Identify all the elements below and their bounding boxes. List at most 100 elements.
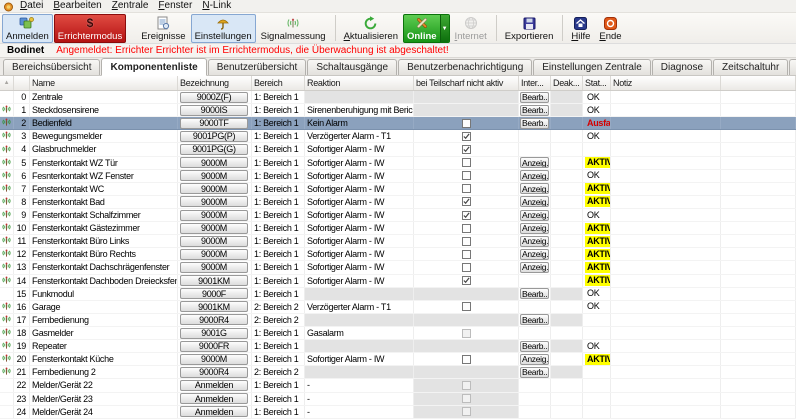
bezeichnung-button[interactable]: 9000M — [180, 262, 248, 273]
bezeichnung-button[interactable]: 9000M — [180, 223, 248, 234]
teilscharf-checkbox[interactable] — [462, 224, 471, 233]
hilfe-button[interactable]: Hilfe — [567, 14, 594, 43]
intern-button[interactable]: Anzeig... — [520, 170, 549, 181]
bezeichnung-button[interactable]: 9000FR — [180, 341, 248, 352]
teilscharf-checkbox[interactable] — [462, 250, 471, 259]
column-header-Name[interactable]: Name — [30, 76, 178, 90]
signalmessung-button[interactable]: Signalmessung — [257, 14, 330, 43]
column-header-blank[interactable] — [14, 76, 30, 90]
bezeichnung-button[interactable]: 9000M — [180, 210, 248, 221]
table-row[interactable]: 23Melder/Gerät 23Anmelden1: Bereich 1- — [0, 393, 796, 406]
table-row[interactable]: 0Zentrale9000Z(F)1: Bereich 1Bearb...OK — [0, 91, 796, 104]
intern-button[interactable]: Bearb... — [520, 105, 549, 116]
teilscharf-checkbox[interactable] — [462, 302, 471, 311]
table-row[interactable]: 7Fensterkontakt WC9000M1: Bereich 1Sofor… — [0, 183, 796, 196]
bezeichnung-button[interactable]: Anmelden — [180, 406, 248, 417]
table-row[interactable]: 24Melder/Gerät 24Anmelden1: Bereich 1- — [0, 406, 796, 419]
table-row[interactable]: 5Fensterkontakt WZ Tür9000M1: Bereich 1S… — [0, 157, 796, 170]
tab-zeitschaltuhr[interactable]: Zeitschaltuhr — [713, 59, 788, 75]
table-row[interactable]: 22Melder/Gerät 22Anmelden1: Bereich 1- — [0, 379, 796, 392]
bezeichnung-button[interactable]: 9000F — [180, 288, 248, 299]
teilscharf-checkbox[interactable] — [462, 276, 471, 285]
bezeichnung-button[interactable]: 9000M — [180, 183, 248, 194]
online-dropdown-arrow-icon[interactable]: ▼ — [440, 15, 449, 42]
bezeichnung-button[interactable]: 9000M — [180, 157, 248, 168]
table-row[interactable]: 1Steckdosensirene9000IS1: Bereich 1Siren… — [0, 104, 796, 117]
bezeichnung-button[interactable]: 9000TF — [180, 118, 248, 129]
intern-button[interactable]: Anzeig... — [520, 354, 549, 365]
intern-button[interactable]: Bearb... — [520, 92, 549, 103]
menu-item-datei[interactable]: Datei — [15, 0, 48, 11]
column-header-Bereich[interactable]: Bereich — [252, 76, 305, 90]
anmelden-button[interactable]: Anmelden — [2, 14, 53, 43]
bezeichnung-button[interactable]: 9000M — [180, 354, 248, 365]
intern-button[interactable]: Bearb... — [520, 288, 549, 299]
table-row[interactable]: 11Fensterkontakt Büro Links9000M1: Berei… — [0, 235, 796, 248]
bezeichnung-button[interactable]: Anmelden — [180, 393, 248, 404]
teilscharf-checkbox[interactable] — [462, 119, 471, 128]
ereignisse-button[interactable]: Ereignisse — [137, 14, 189, 43]
bezeichnung-button[interactable]: 9000M — [180, 170, 248, 181]
teilscharf-checkbox[interactable] — [462, 132, 471, 141]
bezeichnung-button[interactable]: 9000Z(F) — [180, 92, 248, 103]
menu-item-fenster[interactable]: Fenster — [153, 0, 197, 11]
intern-button[interactable]: Anzeig... — [520, 223, 549, 234]
intern-button[interactable]: Anzeig... — [520, 196, 549, 207]
table-row[interactable]: 8Fensterkontakt Bad9000M1: Bereich 1Sofo… — [0, 196, 796, 209]
intern-button[interactable]: Bearb... — [520, 341, 549, 352]
column-header-bei Teilscharf nicht aktiv[interactable]: bei Teilscharf nicht aktiv — [414, 76, 519, 90]
teilscharf-checkbox[interactable] — [462, 184, 471, 193]
teilscharf-checkbox[interactable] — [462, 211, 471, 220]
table-row[interactable]: 4Glasbruchmelder9001PG(G)1: Bereich 1Sof… — [0, 143, 796, 156]
table-row[interactable]: 16Garage9001KM2: Bereich 2Verzögerter Al… — [0, 301, 796, 314]
column-header-Stat...[interactable]: Stat... — [583, 76, 611, 90]
table-row[interactable]: 21Fernbedienung 29000R42: Bereich 2Bearb… — [0, 366, 796, 379]
column-header-Inter...[interactable]: Inter... — [519, 76, 551, 90]
exportieren-button[interactable]: Exportieren — [501, 14, 558, 43]
tab-benutzer-bersicht[interactable]: Benutzerübersicht — [208, 59, 307, 75]
menu-item-zentrale[interactable]: Zentrale — [107, 0, 154, 11]
ende-button[interactable]: Ende — [595, 14, 625, 43]
tab-bereichs-bersicht[interactable]: Bereichsübersicht — [3, 59, 100, 75]
bezeichnung-button[interactable]: 9001PG(G) — [180, 144, 248, 155]
tab--bertragungsger-te[interactable]: Übertragungsgeräte — [789, 59, 796, 75]
aktualisieren-button[interactable]: Aktualisieren — [340, 14, 402, 43]
table-row[interactable]: 15Funkmodul9000F1: Bereich 1Bearb...OK — [0, 288, 796, 301]
teilscharf-checkbox[interactable] — [462, 197, 471, 206]
bezeichnung-button[interactable]: 9000R4 — [180, 367, 248, 378]
online-button[interactable]: Online▼ — [403, 14, 450, 43]
intern-button[interactable]: Anzeig... — [520, 157, 549, 168]
bezeichnung-button[interactable]: 9001PG(P) — [180, 131, 248, 142]
tab-diagnose[interactable]: Diagnose — [652, 59, 712, 75]
intern-button[interactable]: Anzeig... — [520, 249, 549, 260]
teilscharf-checkbox[interactable] — [462, 171, 471, 180]
intern-button[interactable]: Anzeig... — [520, 210, 549, 221]
table-row[interactable]: 14Fensterkontakt Dachboden Dreiecksfenst… — [0, 275, 796, 288]
table-row[interactable]: 12Fensterkontakt Büro Rechts9000M1: Bere… — [0, 248, 796, 261]
intern-button[interactable]: Anzeig... — [520, 183, 549, 194]
teilscharf-checkbox[interactable] — [462, 355, 471, 364]
intern-button[interactable]: Bearb... — [520, 314, 549, 325]
einstellungen-button[interactable]: Einstellungen — [191, 14, 256, 43]
bezeichnung-button[interactable]: 9001G — [180, 328, 248, 339]
tab-benutzerbenachrichtigung[interactable]: Benutzerbenachrichtigung — [398, 59, 532, 75]
table-row[interactable]: 13Fensterkontakt Dachschrägenfenster9000… — [0, 261, 796, 274]
column-header-Reaktion[interactable]: Reaktion — [305, 76, 414, 90]
teilscharf-checkbox[interactable] — [462, 237, 471, 246]
menu-item-bearbeiten[interactable]: Bearbeiten — [48, 0, 106, 11]
table-row[interactable]: 2Bedienfeld9000TF1: Bereich 1Kein AlarmB… — [0, 117, 796, 130]
tab-schaltausg-nge[interactable]: Schaltausgänge — [307, 59, 397, 75]
column-header-Notiz[interactable]: Notiz — [611, 76, 721, 90]
sort-indicator-column-header[interactable]: ▲ — [0, 76, 14, 90]
table-row[interactable]: 19Repeater9000FR1: Bereich 1Bearb...OK — [0, 340, 796, 353]
intern-button[interactable]: Bearb... — [520, 118, 549, 129]
table-row[interactable]: 6Fesnterkontakt WZ Fenster9000M1: Bereic… — [0, 170, 796, 183]
table-row[interactable]: 3Bewegungsmelder9001PG(P)1: Bereich 1Ver… — [0, 130, 796, 143]
bezeichnung-button[interactable]: 9001KM — [180, 301, 248, 312]
tab-einstellungen-zentrale[interactable]: Einstellungen Zentrale — [533, 59, 651, 75]
column-header-blank[interactable] — [721, 76, 796, 90]
teilscharf-checkbox[interactable] — [462, 158, 471, 167]
bezeichnung-button[interactable]: 9000M — [180, 249, 248, 260]
intern-button[interactable]: Anzeig... — [520, 236, 549, 247]
column-header-Deak...[interactable]: Deak... — [551, 76, 583, 90]
